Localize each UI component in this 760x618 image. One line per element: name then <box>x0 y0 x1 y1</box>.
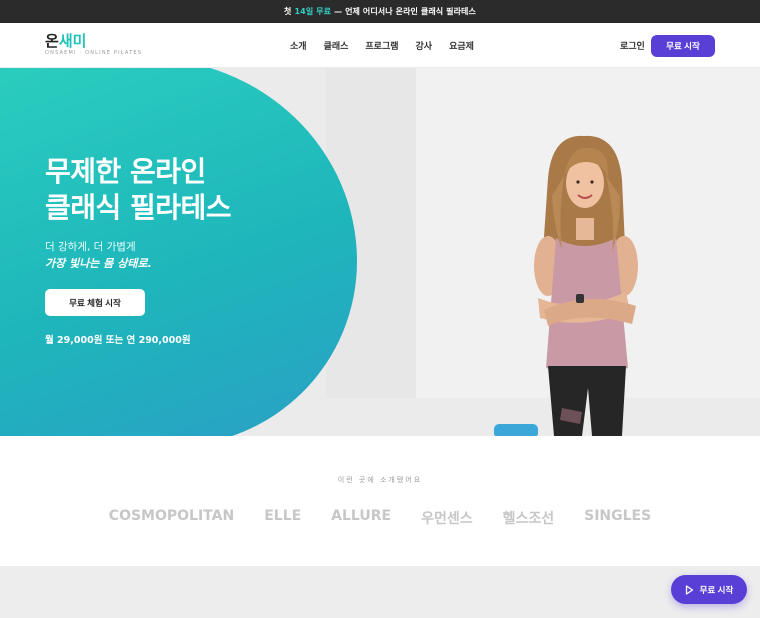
floating-start-free-button[interactable]: 무료 시작 <box>671 575 747 604</box>
announcement-text: — 언제 어디서나 온라인 클래식 필라테스 <box>334 7 476 16</box>
site-header: 온새미 ONSAEMI · ONLINE PILATES 소개 클래스 프로그램… <box>0 23 760 68</box>
main-nav: 소개 클래스 프로그램 강사 요금제 <box>290 23 474 67</box>
hero-subtitle-emphasis: 가장 빛나는 몸 상태로. <box>45 257 152 270</box>
hero-title: 무제한 온라인 클래식 필라테스 <box>45 154 232 226</box>
logo-wordmark-a: 온 <box>45 32 59 50</box>
header-start-free-button[interactable]: 무료 시작 <box>651 35 715 57</box>
hero-subtitle: 더 강하게, 더 가볍게 <box>45 241 136 253</box>
press-logo-elle: ELLE <box>264 508 302 524</box>
press-logo-singles: SINGLES <box>584 508 652 524</box>
press-logos: COSMOPOLITAN ELLE ALLURE 우먼센스 헬스조선 SINGL… <box>0 508 760 528</box>
logo-wordmark-b: 새미 <box>58 32 87 50</box>
hero-section: 무제한 온라인 클래식 필라테스 더 강하게, 더 가볍게 가장 빛나는 몸 상… <box>0 68 760 436</box>
login-link[interactable]: 로그인 <box>620 39 645 52</box>
hero-title-line-2: 클래식 필라테스 <box>45 191 232 224</box>
play-icon <box>685 584 693 595</box>
hero-photo <box>326 68 760 436</box>
nav-item-classes[interactable]: 클래스 <box>324 39 349 52</box>
nav-item-instructors[interactable]: 강사 <box>416 39 433 52</box>
logo[interactable]: 온새미 ONSAEMI · ONLINE PILATES <box>45 33 142 56</box>
logo-tagline: ONSAEMI · ONLINE PILATES <box>45 50 143 56</box>
press-label: 이런 곳에 소개됐어요 <box>337 476 423 484</box>
announcement-highlight: 14일 무료 <box>294 7 332 16</box>
nav-item-pricing[interactable]: 요금제 <box>449 39 474 52</box>
hero-start-trial-button[interactable]: 무료 체험 시작 <box>45 289 145 316</box>
hero-title-line-1: 무제한 온라인 <box>45 155 206 188</box>
press-section: 이런 곳에 소개됐어요 COSMOPOLITAN ELLE ALLURE 우먼센… <box>0 436 760 566</box>
hero-price: 월 29,000원 또는 연 290,000원 <box>45 335 191 346</box>
press-logo-cosmopolitan: COSMOPOLITAN <box>108 508 235 524</box>
press-logo-allure: ALLURE <box>331 508 392 524</box>
logo-wordmark: 온새미 <box>45 33 142 49</box>
nav-item-about[interactable]: 소개 <box>290 39 307 52</box>
announcement-bar: 첫 14일 무료 — 언제 어디서나 온라인 클래식 필라테스 <box>0 0 760 23</box>
next-section <box>0 566 760 618</box>
floating-start-free-label: 무료 시작 <box>699 584 734 595</box>
announcement-pre: 첫 <box>284 7 292 16</box>
nav-item-programs[interactable]: 프로그램 <box>365 39 398 52</box>
instructor-illustration <box>326 68 760 436</box>
press-logo-health-chosun: 헬스조선 <box>502 511 555 527</box>
press-logo-womansense: 우먼센스 <box>421 511 473 527</box>
